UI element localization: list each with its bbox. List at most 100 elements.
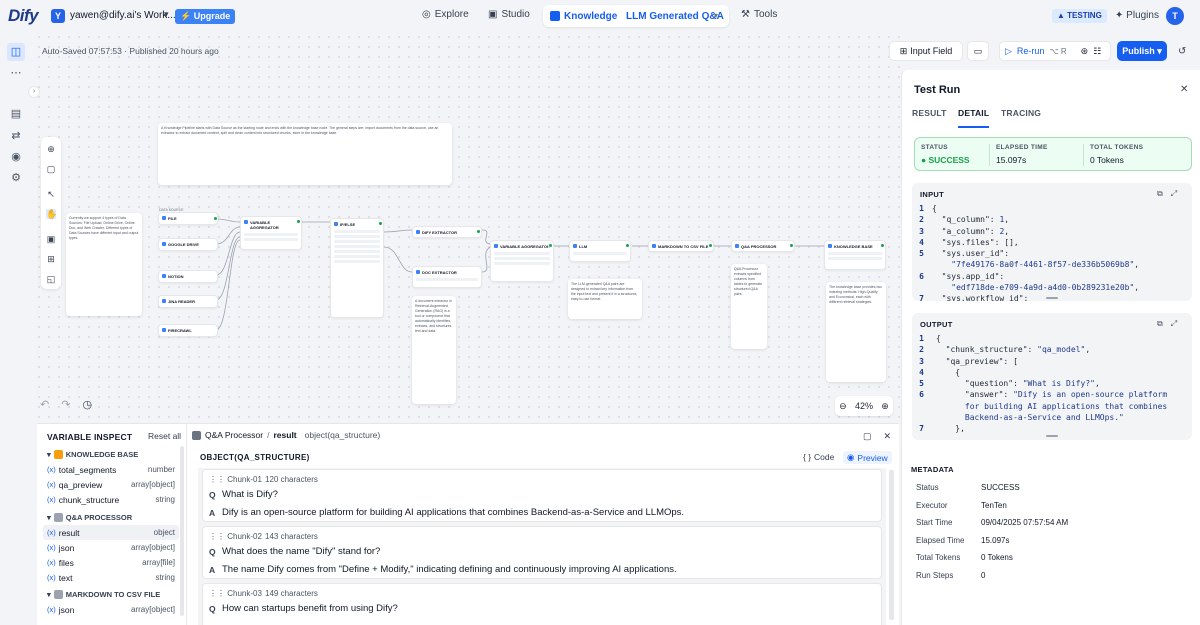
node-llm[interactable]: LLM	[569, 240, 631, 262]
variable-list-scrollbar[interactable]	[180, 446, 184, 616]
node-dify-extractor[interactable]: DIFY EXTRACTOR	[412, 226, 482, 238]
resize-handle[interactable]	[1046, 435, 1058, 437]
preview-view-toggle[interactable]: ◉ Preview	[843, 451, 892, 464]
variable-row-selected[interactable]: (x) result object	[43, 525, 179, 540]
publish-button[interactable]: Publish ▾	[1117, 41, 1167, 61]
variable-row[interactable]: (x) qa_preview array[object]	[43, 477, 179, 492]
history-icon[interactable]: ↺	[1178, 46, 1186, 57]
preview-layout-button[interactable]: ▭	[967, 41, 989, 61]
group-qa-processor[interactable]: ▾ Q&A PROCESSOR	[47, 513, 132, 522]
canvas-note[interactable]: A document extractor in Retrieval-Augmen…	[412, 296, 456, 404]
close-icon[interactable]: ✕	[884, 431, 892, 442]
user-avatar[interactable]: T	[1166, 7, 1184, 25]
undo-icon[interactable]: ↶	[40, 398, 49, 411]
workflow-icon[interactable]: ⇄	[9, 129, 23, 143]
status-value: ● SUCCESS	[921, 155, 970, 165]
zoom-in-icon[interactable]: ⊕	[881, 401, 889, 412]
node-variable-aggregator-2[interactable]: VARIABLE AGGREGATOR	[490, 240, 554, 282]
node-status-dot	[880, 243, 885, 248]
redo-icon[interactable]: ↷	[61, 398, 70, 411]
nav-tools-label: Tools	[753, 9, 778, 20]
canvas-note[interactable]: The LLM-generated Q&A pairs are designed…	[568, 279, 642, 319]
variable-name: json	[58, 604, 75, 615]
group-markdown-to-csv[interactable]: ▾ MARKDOWN TO CSV FILE	[47, 590, 160, 599]
variable-row[interactable]: (x) chunk_structure string	[43, 492, 179, 507]
rerun-label: Re-run	[1016, 46, 1045, 56]
nav-tools[interactable]: ⚒ Tools	[741, 9, 777, 20]
input-field-button[interactable]: ⊞ Input Field	[889, 41, 963, 61]
chevron-down-icon[interactable]: ▾	[714, 11, 718, 20]
current-pipeline-name[interactable]: LLM Generated Q&A	[626, 11, 724, 22]
panel-actions: ▢ ✕	[863, 431, 891, 442]
variable-name: result	[58, 527, 80, 538]
tab-result[interactable]: RESULT	[912, 108, 947, 118]
node-jina-reader[interactable]: JINA READER	[158, 295, 218, 308]
chevron-down-icon[interactable]: ▾	[164, 9, 169, 20]
node-if-else[interactable]: IF/ELSE	[330, 218, 384, 318]
node-variable-aggregator[interactable]: VARIABLE AGGREGATOR	[240, 216, 302, 250]
elapsed-label: ELAPSED TIME	[996, 144, 1048, 151]
upgrade-button[interactable]: ⚡ Upgrade	[175, 9, 236, 24]
env-icon[interactable]: ☷	[1093, 46, 1101, 57]
tab-detail[interactable]: DETAIL	[958, 108, 990, 128]
nav-knowledge[interactable]: Knowledge LLM Generated Q&A ▾	[543, 5, 729, 27]
qa-processor-icon	[192, 430, 201, 440]
variable-row[interactable]: (x) total_segments number	[43, 462, 179, 477]
node-doc-extractor[interactable]: DOC EXTRACTOR	[412, 266, 482, 288]
version-history-icon[interactable]: ◷	[82, 398, 92, 411]
upgrade-label: Upgrade	[193, 11, 231, 21]
canvas-note[interactable]: Currently we support 4 types of Data Sou…	[66, 213, 142, 316]
node-file[interactable]: FILE	[158, 212, 218, 225]
variable-row[interactable]: (x) text string	[43, 570, 179, 585]
node-google-drive[interactable]: GOOGLE DRIVE	[158, 238, 218, 251]
nav-explore[interactable]: ◎ Explore	[422, 9, 469, 20]
tools-icon: ⚒	[741, 9, 750, 20]
node-knowledge-base[interactable]: KNOWLEDGE BASE	[824, 240, 886, 270]
hit-testing-icon[interactable]: ◉	[9, 150, 23, 164]
resize-handle[interactable]	[1046, 297, 1058, 299]
expand-icon[interactable]: ⤢	[1171, 189, 1177, 199]
knowledge-base-icon	[53, 450, 63, 459]
maximize-icon[interactable]: ▢	[863, 431, 872, 442]
close-icon[interactable]: ✕	[1180, 84, 1188, 95]
canvas-note[interactable]: Q&A Processor extracts specified columns…	[731, 264, 767, 349]
group-knowledge-base[interactable]: ▾ KNOWLEDGE BASE	[47, 450, 138, 459]
more-icon[interactable]: ⋯	[9, 66, 23, 80]
rerun-button[interactable]: ▷ Re-run ⌥ R ⊛ ☷	[999, 41, 1111, 61]
canvas-note[interactable]: The knowledge base provides two indexing…	[826, 282, 886, 382]
workspace-name[interactable]: yawen@dify.ai's Work...	[70, 10, 176, 21]
node-qa-processor[interactable]: Q&A PROCESSOR	[731, 240, 795, 252]
pipeline-icon[interactable]: ◫	[7, 43, 25, 61]
zoom-out-icon[interactable]: ⊖	[839, 401, 847, 412]
canvas-note[interactable]: A Knowledge Pipeline starts with Data So…	[158, 123, 452, 185]
code-view-toggle[interactable]: { } Code	[803, 452, 834, 462]
plugins-button[interactable]: ✦ Plugins	[1115, 10, 1159, 21]
workspace-avatar[interactable]: Y	[51, 9, 65, 23]
chunk-card[interactable]: ⋮⋮ Chunk-03 149 characters Q How can sta…	[202, 583, 882, 625]
settings-icon[interactable]: ⚙	[9, 171, 23, 185]
variable-row[interactable]: (x) files array[file]	[43, 555, 179, 570]
chunk-card[interactable]: ⋮⋮ Chunk-02 143 characters Q What does t…	[202, 526, 882, 579]
reset-all-button[interactable]: Reset all	[148, 431, 181, 441]
nav-studio[interactable]: ▣ Studio	[488, 9, 530, 20]
node-notion[interactable]: NOTION	[158, 270, 218, 283]
zoom-level[interactable]: 42%	[855, 401, 873, 411]
chunk-id: ⋮⋮ Chunk-01	[209, 475, 262, 484]
tab-tracing[interactable]: TRACING	[1001, 108, 1041, 118]
variable-row[interactable]: (x) json array[object]	[43, 540, 179, 555]
variable-row[interactable]: (x) json array[object]	[43, 602, 179, 617]
node-firecrawl[interactable]: FIRECRAWL	[158, 324, 218, 337]
chunk-list-scrollbar[interactable]	[889, 470, 894, 620]
node-title: MARKDOWN TO CSV FILE	[649, 241, 713, 250]
expand-icon[interactable]: ⤢	[1171, 319, 1177, 329]
node-markdown-to-csv[interactable]: MARKDOWN TO CSV FILE	[648, 240, 714, 252]
copy-icon[interactable]: ⧉	[1157, 189, 1163, 199]
metadata-key: Elapsed Time	[916, 536, 965, 545]
dify-logo[interactable]: Dify	[8, 6, 39, 26]
chunk-card[interactable]: ⋮⋮ Chunk-01 120 characters Q What is Dif…	[202, 469, 882, 522]
group-label: MARKDOWN TO CSV FILE	[65, 590, 161, 599]
documents-icon[interactable]: ▤	[9, 107, 23, 121]
copy-icon[interactable]: ⧉	[1157, 319, 1163, 329]
checklist-icon[interactable]: ⊛	[1081, 46, 1089, 57]
node-title: Q&A PROCESSOR	[732, 241, 794, 250]
